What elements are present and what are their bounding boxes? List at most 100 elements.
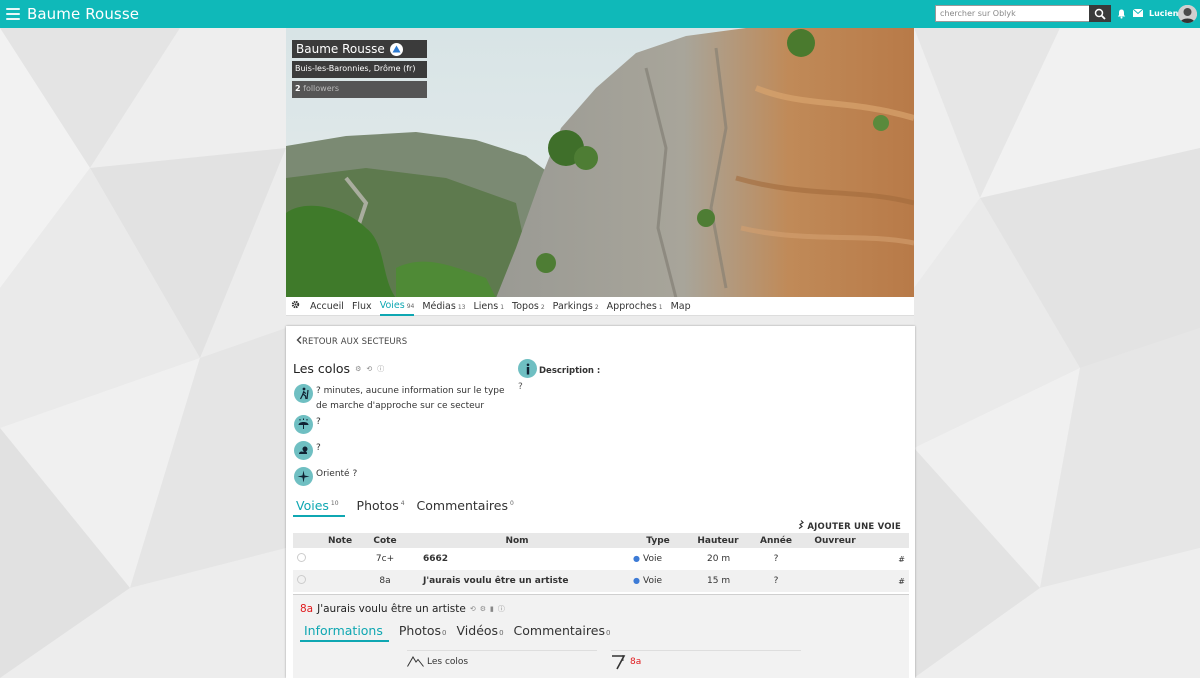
- tab-flux[interactable]: Flux: [352, 297, 372, 316]
- table-row[interactable]: 7c+ 6662 ● Voie 20 m ? #: [293, 548, 909, 570]
- orientation-info: Orienté ?: [294, 467, 357, 486]
- row-select-radio[interactable]: [297, 575, 306, 584]
- add-route-icon: [798, 520, 805, 529]
- route-height: 20 m: [707, 554, 731, 564]
- route-name[interactable]: J'aurais voulu être un artiste: [405, 570, 629, 592]
- col-actions: [867, 533, 909, 548]
- user-avatar[interactable]: [1178, 5, 1197, 23]
- tab-medias[interactable]: Médias 13: [422, 297, 465, 316]
- route-detail-panel: 8a J'aurais voulu être un artiste ⟲ ⚙ ▮ …: [293, 594, 909, 678]
- route-detail-name: J'aurais voulu être un artiste: [317, 603, 466, 615]
- tab-liens[interactable]: Liens 1: [473, 297, 504, 316]
- route-detail-tabs: Informations Photos0 Vidéos0 Commentaire…: [300, 623, 610, 642]
- sector-title-row: Les colos ⚙ ⟲ ⓘ: [293, 361, 384, 376]
- route-note: [315, 570, 365, 592]
- crag-followers[interactable]: 2 followers: [292, 81, 427, 98]
- route-height: 15 m: [687, 570, 749, 592]
- route-sector-label[interactable]: Les colos: [427, 657, 468, 667]
- route-anchor-link[interactable]: #: [867, 570, 909, 592]
- add-route-button[interactable]: AJOUTER UNE VOIE: [797, 520, 901, 532]
- tab-route-commentaires[interactable]: Commentaires0: [514, 623, 611, 642]
- crag-location[interactable]: Buis-les-Baronnies, Drôme (fr): [292, 61, 427, 78]
- search-button[interactable]: [1089, 5, 1111, 22]
- compass-rose-icon: [294, 467, 313, 486]
- table-header-row: Note Cote Nom Type Hauteur Année Ouvreur: [293, 533, 909, 548]
- route-detail-title: 8a J'aurais voulu être un artiste ⟲ ⚙ ▮ …: [300, 603, 505, 615]
- tab-map[interactable]: Map: [671, 297, 691, 316]
- col-nom[interactable]: Nom: [405, 533, 629, 548]
- settings-icon[interactable]: ⚙: [355, 365, 361, 373]
- route-type: Voie: [642, 576, 662, 586]
- routes-table: Note Cote Nom Type Hauteur Année Ouvreur…: [293, 533, 909, 592]
- messages-envelope-icon[interactable]: [1132, 8, 1144, 20]
- followers-label: followers: [303, 84, 340, 93]
- settings-gear-icon[interactable]: [291, 300, 300, 312]
- tab-topos[interactable]: Topos 2: [512, 297, 545, 316]
- approach-info: ? minutes, aucune information sur le typ…: [294, 384, 511, 414]
- notifications-bell-icon[interactable]: [1117, 9, 1126, 22]
- col-annee[interactable]: Année: [749, 533, 803, 548]
- crag-name: Baume Rousse: [296, 42, 385, 56]
- sun-text: ?: [316, 443, 321, 453]
- route-grade: 8a: [365, 570, 405, 592]
- tab-sector-commentaires[interactable]: Commentaires 0: [417, 498, 514, 517]
- site-title[interactable]: Baume Rousse: [27, 5, 139, 23]
- info-icon[interactable]: ⓘ: [498, 604, 505, 614]
- tab-approches[interactable]: Approches 1: [607, 297, 663, 316]
- tab-parkings[interactable]: Parkings 2: [553, 297, 599, 316]
- route-opener: [803, 570, 867, 592]
- search-input[interactable]: [935, 5, 1089, 22]
- hiker-icon: [294, 384, 313, 403]
- col-note[interactable]: Note: [315, 533, 365, 548]
- menu-icon[interactable]: [6, 7, 20, 21]
- col-cote[interactable]: Cote: [365, 533, 405, 548]
- history-icon[interactable]: ⟲: [366, 365, 372, 373]
- history-icon[interactable]: ⟲: [470, 605, 476, 613]
- route-name[interactable]: 6662: [405, 548, 629, 570]
- search-bar: [935, 5, 1111, 22]
- followers-count: 2: [295, 84, 301, 93]
- type-dot-icon: ●: [633, 576, 640, 585]
- tab-accueil[interactable]: Accueil: [310, 297, 344, 316]
- description-block: Description :: [518, 359, 600, 379]
- tab-sector-photos[interactable]: Photos 4: [357, 498, 405, 517]
- route-anchor-link[interactable]: #: [867, 548, 909, 570]
- col-hauteur[interactable]: Hauteur: [687, 533, 749, 548]
- sun-info: ?: [294, 441, 321, 460]
- route-sector-info: Les colos: [407, 650, 597, 667]
- crag-name-badge: Baume Rousse: [292, 40, 427, 58]
- tab-voies[interactable]: Voies 94: [379, 297, 415, 316]
- route-year: ?: [773, 554, 779, 564]
- col-select: [293, 533, 315, 548]
- crag-tabs: Accueil Flux Voies 94 Médias 13 Liens 1 Top…: [286, 297, 914, 316]
- route-type: Voie: [642, 554, 662, 564]
- search-icon: [1094, 8, 1106, 20]
- tab-route-photos[interactable]: Photos0: [399, 623, 447, 642]
- col-ouvreur[interactable]: Ouvreur: [803, 533, 867, 548]
- settings-icon[interactable]: ⚙: [480, 605, 486, 613]
- route-grade-info: 8a: [611, 650, 801, 670]
- rain-info: ?: [294, 415, 321, 434]
- top-bar: Baume Rousse Lucien: [0, 0, 1200, 28]
- grade-icon: [612, 655, 626, 670]
- row-select-radio[interactable]: [297, 553, 306, 562]
- col-type[interactable]: Type: [629, 533, 687, 548]
- trash-icon[interactable]: ▮: [490, 605, 494, 613]
- back-to-sectors-link[interactable]: RETOUR AUX SECTEURS: [296, 336, 407, 347]
- sector-title: Les colos: [293, 361, 351, 376]
- sector-sub-tabs: Voies 10 Photos 4 Commentaires 0: [293, 498, 514, 517]
- tab-sector-voies[interactable]: Voies 10: [293, 498, 345, 517]
- mountain-outline-icon: [407, 656, 424, 667]
- user-name[interactable]: Lucien: [1149, 9, 1178, 18]
- route-detail-grade: 8a: [300, 603, 314, 615]
- info-circle-icon: [518, 359, 537, 378]
- umbrella-rain-icon: [294, 415, 313, 434]
- route-grade: 7c+: [375, 554, 395, 564]
- tab-route-informations[interactable]: Informations: [300, 623, 389, 642]
- info-icon[interactable]: ⓘ: [377, 364, 384, 374]
- crag-info-overlay: Baume Rousse Buis-les-Baronnies, Drôme (…: [292, 40, 427, 98]
- tab-route-videos[interactable]: Vidéos0: [457, 623, 504, 642]
- table-row[interactable]: 8a J'aurais voulu être un artiste ● Voie …: [293, 570, 909, 592]
- rain-text: ?: [316, 417, 321, 427]
- description-label: Description :: [539, 366, 601, 376]
